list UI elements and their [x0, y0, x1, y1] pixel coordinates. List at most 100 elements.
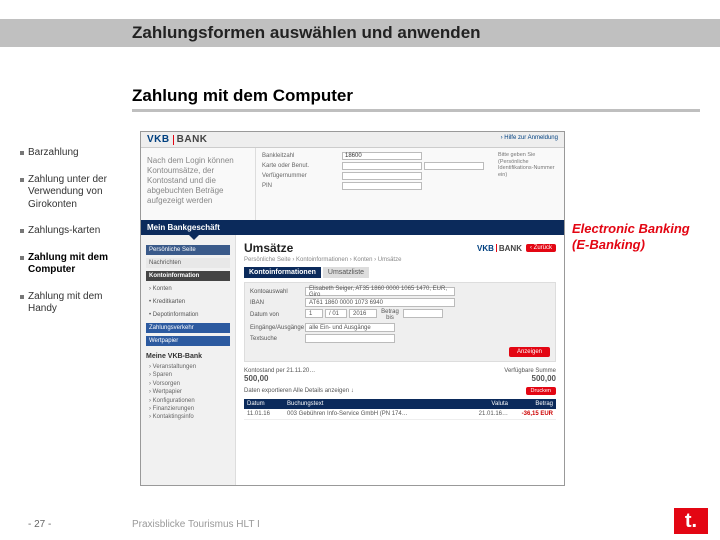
topic-label: Zahlung mit dem Handy [28, 291, 128, 316]
balance-row: Kontostand per 21.11.20… 500,00 Verfügba… [244, 368, 556, 383]
pin-side-note: Bitte geben Sie (Persönliche Identifikat… [494, 148, 564, 220]
topic-item: Zahlungs-karten [20, 225, 128, 238]
bullet-icon [20, 151, 24, 155]
card-input[interactable] [342, 162, 422, 170]
annotation-ebanking: Electronic Banking (E-Banking) [572, 221, 712, 252]
iban-value: AT61 1860 0000 1073 6940 [305, 298, 455, 307]
form-label: Eingänge/Ausgänge [250, 325, 305, 331]
publisher-logo: t. [674, 508, 708, 534]
card-input-2[interactable] [424, 162, 484, 170]
trx-amount: -36,15 EUR [511, 409, 556, 419]
col-valuta: Valuta [466, 399, 511, 409]
filter-select[interactable]: alle Ein- und Ausgänge [305, 323, 395, 332]
bank-header: VKB BANK › Hilfe zur Anmeldung [141, 132, 564, 148]
nav-sub-link[interactable]: › Sparen [149, 371, 230, 379]
bank-logo-vkb: VKB [147, 134, 170, 145]
nav-sub-link[interactable]: › Vorsorgen [149, 380, 230, 388]
nav-personal[interactable]: Persönliche Seite [146, 245, 230, 255]
bullet-icon [20, 229, 24, 233]
col-amount: Betrag [511, 399, 556, 409]
form-label: IBAN [250, 300, 305, 306]
bank-logo-bank: BANK [177, 134, 208, 145]
main-content: Persönliche Seite Nachrichten Kontoinfor… [141, 235, 564, 485]
field-label: PIN [262, 183, 342, 189]
ebanking-screenshot: VKB BANK › Hilfe zur Anmeldung Nach dem … [140, 131, 565, 486]
page-number: - 27 - [28, 519, 51, 530]
user-number-input[interactable] [342, 172, 422, 180]
date-day[interactable]: 1 [305, 309, 323, 318]
topic-label: Zahlung unter der Verwendung von Girokon… [28, 174, 128, 212]
topic-item-active: Zahlung mit dem Computer [20, 252, 128, 277]
footer-source: Praxisblicke Tourismus HLT I [132, 519, 260, 530]
nav-sub-link[interactable]: › Kontaktingsinfo [149, 413, 230, 421]
breadcrumb: Persönliche Seite › Kontoinformationen ›… [244, 257, 556, 263]
nav-payments[interactable]: Zahlungsverkehr [146, 323, 230, 333]
topic-sidebar: Barzahlung Zahlung unter der Verwendung … [20, 147, 128, 330]
form-label-bis: Betrag bis [379, 309, 401, 321]
col-text: Buchungstext [284, 399, 466, 409]
arrow-down-icon [189, 235, 199, 240]
nav-depot[interactable]: • Depotinformation [146, 310, 230, 320]
topic-label: Zahlungs-karten [28, 225, 100, 238]
trx-text: 003 Gebühren Info-Service GmbH (PN 174… [284, 409, 466, 419]
annotation-line2: (E-Banking) [572, 237, 712, 253]
nav-head-accountinfo[interactable]: Kontoinformation [146, 271, 230, 281]
bullet-icon [20, 178, 24, 182]
account-select[interactable]: Elisabeth Seiger, AT35 1860 0000 1065 14… [305, 287, 455, 296]
slide-title-bar: Zahlungsformen auswählen und anwenden [0, 19, 720, 47]
field-label: Bankleitzahl [262, 153, 342, 159]
nav-accounts[interactable]: › Konten [146, 284, 230, 294]
date-year[interactable]: 2016 [349, 309, 377, 318]
export-link[interactable]: Daten exportieren Alle Details anzeigen … [244, 388, 354, 394]
bullet-icon [20, 295, 24, 299]
left-nav: Persönliche Seite Nachrichten Kontoinfor… [141, 235, 236, 485]
field-label: Karte oder Benut. [262, 163, 342, 169]
field-label: Verfügernummer [262, 173, 342, 179]
bank-logo-divider [173, 135, 174, 145]
text-search-input[interactable] [305, 334, 395, 343]
help-link[interactable]: › Hilfe zur Anmeldung [501, 135, 558, 144]
show-button[interactable]: Anzeigen [509, 347, 550, 357]
filter-form: KontoauswahlElisabeth Seiger, AT35 1860 … [244, 282, 556, 362]
form-label: Textsuche [250, 336, 305, 342]
slide-title: Zahlungsformen auswählen und anwenden [132, 23, 481, 43]
pin-input[interactable] [342, 182, 422, 190]
main-nav-bar: Mein Bankgeschäft [141, 220, 564, 235]
section-subtitle-text: Zahlung mit dem Computer [132, 86, 353, 106]
nav-sub-link[interactable]: › Konfigurationen [149, 397, 230, 405]
print-button[interactable]: Drucken [526, 387, 556, 395]
tab-account-info[interactable]: Kontoinformationen [244, 267, 321, 278]
login-note: Nach dem Login können Kontoumsätze, der … [141, 148, 256, 220]
annotation-line1: Electronic Banking [572, 221, 712, 237]
date-month[interactable]: / 01 [325, 309, 347, 318]
nav-sub-link[interactable]: › Finanzierungen [149, 405, 230, 413]
balance-value: 500,00 [244, 374, 315, 383]
nav-sub-link[interactable]: › Wertpapier [149, 388, 230, 396]
nav-subhead: Meine VKB-Bank [146, 353, 230, 360]
tab-transactions[interactable]: Umsatzliste [323, 267, 369, 278]
bank-code-input[interactable]: 18600 [342, 152, 422, 160]
form-label: Datum von [250, 312, 305, 318]
nav-securities[interactable]: Wertpapier [146, 336, 230, 346]
nav-sub-link[interactable]: › Veranstaltungen [149, 363, 230, 371]
amount-to-input[interactable] [403, 309, 443, 318]
login-form: Bankleitzahl 18600 Karte oder Benut. Ver… [256, 148, 494, 220]
account-panel: Umsätze VKB BANK ‹ Zurück Persönliche Se… [236, 235, 564, 485]
trx-valuta: 21.01.16… [466, 409, 511, 419]
section-subtitle: Zahlung mit dem Computer [132, 84, 700, 112]
trx-date: 11.01.16 [244, 409, 284, 419]
nav-cards[interactable]: • Kreditkarten [146, 297, 230, 307]
topic-label: Barzahlung [28, 147, 79, 160]
panel-title: Umsätze [244, 241, 293, 255]
available-value: 500,00 [504, 374, 556, 383]
nav-messages[interactable]: Nachrichten [146, 258, 230, 268]
login-form-area: Nach dem Login können Kontoumsätze, der … [141, 148, 564, 220]
main-nav-label: Mein Bankgeschäft [147, 223, 220, 232]
transaction-row[interactable]: 11.01.16 003 Gebühren Info-Service GmbH … [244, 409, 556, 420]
back-button[interactable]: ‹ Zurück [526, 244, 556, 252]
transactions-header: Datum Buchungstext Valuta Betrag [244, 399, 556, 409]
tab-row: Kontoinformationen Umsatzliste [244, 267, 556, 278]
bank-logo-small: VKB BANK [477, 244, 522, 253]
topic-item: Zahlung mit dem Handy [20, 291, 128, 316]
topic-label: Zahlung mit dem Computer [28, 252, 128, 277]
